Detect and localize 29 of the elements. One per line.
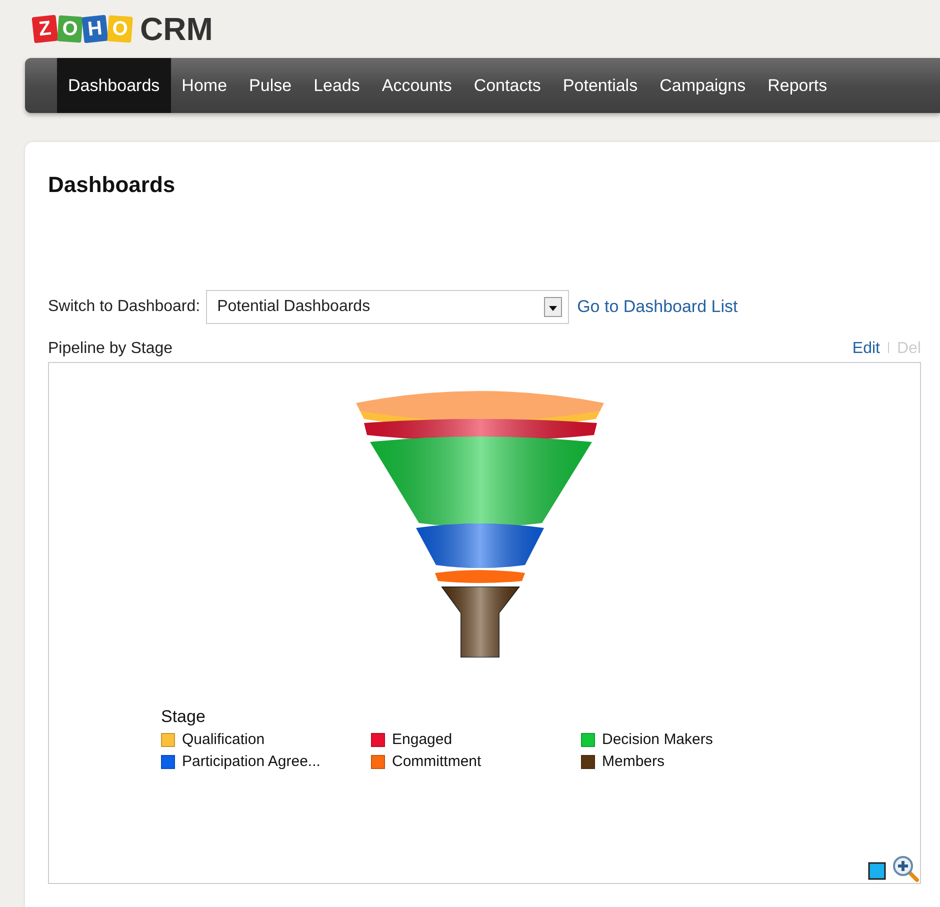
nav-tab[interactable]: Dashboards	[57, 58, 171, 113]
nav-tab[interactable]: Campaigns	[648, 58, 757, 113]
nav-tab[interactable]: Accounts	[370, 58, 463, 113]
switch-label: Switch to Dashboard:	[48, 298, 200, 316]
legend-label: Decision Makers	[602, 731, 713, 748]
legend-label: Qualification	[182, 731, 265, 748]
panel-title: Pipeline by Stage	[48, 340, 173, 358]
square-icon[interactable]	[868, 862, 886, 880]
nav-tab[interactable]: Pulse	[238, 58, 303, 113]
nav-tab[interactable]: Contacts	[462, 58, 552, 113]
logo-letter: Z	[32, 14, 58, 44]
logo-letter: O	[57, 15, 83, 43]
product-name: CRM	[140, 10, 213, 48]
dashboard-select[interactable]: Potential Dashboards	[206, 290, 570, 324]
legend-label: Members	[602, 753, 665, 770]
legend-label: Engaged	[392, 731, 452, 748]
nav-tab[interactable]: Home	[170, 58, 238, 113]
zoom-in-icon[interactable]	[892, 855, 920, 883]
nav-tab[interactable]: Potentials	[552, 58, 649, 113]
legend-title: Stage	[161, 707, 206, 727]
legend-label: Participation Agree...	[182, 753, 320, 770]
nav-tab[interactable]: Reports	[756, 58, 838, 113]
dashboard-list-link[interactable]: Go to Dashboard List	[577, 297, 738, 317]
logo-letter: H	[82, 14, 108, 44]
nav-tab[interactable]: Leads	[302, 58, 371, 113]
legend-label: Committment	[392, 753, 482, 770]
logo-letter: O	[107, 15, 133, 43]
page-title: Dashboards	[48, 172, 176, 198]
panel-action-link[interactable]: Edit	[852, 340, 880, 357]
